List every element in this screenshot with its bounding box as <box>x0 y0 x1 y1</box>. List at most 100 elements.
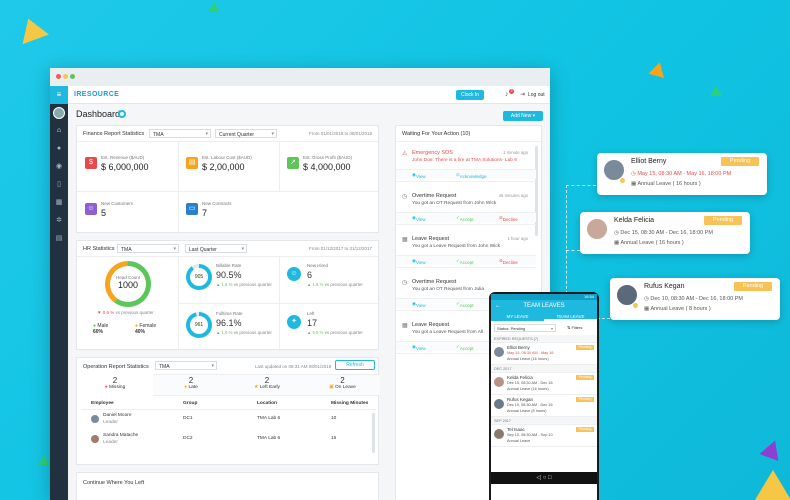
contract-icon: ▭ <box>186 203 198 215</box>
list-item[interactable]: ◷ Overtime Request 45 minutes ago You go… <box>396 189 536 225</box>
list-item[interactable]: Rufus Kegan Dec 10, 08:30 AM - Dec 16 An… <box>491 395 597 417</box>
back-nav-icon[interactable]: ◁ <box>536 475 541 481</box>
view-button[interactable]: ◉ View <box>412 301 426 308</box>
billable-value: 90.5% <box>216 270 242 280</box>
maximize-dot[interactable] <box>70 74 75 79</box>
col-group: Group <box>183 401 198 406</box>
decline-button[interactable]: ⊘ Decline <box>499 258 518 265</box>
decor-triangle <box>755 470 790 500</box>
list-item[interactable]: ▦ Leave Request 1 hour ago You got a Lea… <box>396 232 536 268</box>
top-bar: IRESOURCE Clock In ♪ 2 ⇥ Log out <box>68 86 550 104</box>
tab-my-leave[interactable]: MY LEAVE <box>491 312 544 321</box>
section-header: EXPIRED REQUESTS (7) <box>491 335 597 343</box>
accept-button[interactable]: ✓ Accept <box>456 258 474 265</box>
view-button[interactable]: ◉ View <box>412 215 426 222</box>
gear-icon[interactable]: ✲ <box>54 216 64 226</box>
alert-icon: ⚠ <box>402 151 408 157</box>
calendar-icon: ▦ <box>644 306 650 312</box>
continue-title: Continue Where You Left <box>83 480 145 486</box>
scrollbar[interactable] <box>372 413 375 453</box>
calendar-icon: ▦ <box>631 181 637 187</box>
finance-range: From 01/01/2018 to 08/01/2018 <box>308 131 372 136</box>
new-hired-label: New Hired <box>307 263 329 268</box>
acknowledge-button[interactable]: ⊙ Acknowledge <box>456 172 487 179</box>
table-row[interactable]: Daniel Moore Leader DC1 TMA Lab 6 10 <box>77 411 380 429</box>
location-icon[interactable]: ◉ <box>54 162 64 172</box>
user-icon[interactable]: ● <box>54 144 64 154</box>
logout-link[interactable]: Log out <box>528 92 545 98</box>
menu-icon[interactable]: ≡ <box>50 86 68 104</box>
view-button[interactable]: ◉ View <box>412 344 426 351</box>
hr-company-select[interactable]: TMA <box>117 244 179 253</box>
add-new-button[interactable]: Add New ▾ <box>503 111 543 121</box>
wallet-icon: ▤ <box>186 157 198 169</box>
tab-team-leave[interactable]: TEAM LEAVE <box>544 312 597 321</box>
view-button[interactable]: ◉ View <box>412 258 426 265</box>
hr-title: HR Statistics <box>83 246 115 252</box>
col-location: Location <box>257 401 277 406</box>
decor-triangle <box>208 2 220 12</box>
clock-icon: ◷ <box>614 230 619 236</box>
headcount-ring: Head Count 1000 <box>105 261 151 307</box>
refresh-button[interactable]: Refresh <box>335 360 375 370</box>
logout-icon[interactable]: ⇥ <box>520 91 525 98</box>
settings-icon[interactable] <box>118 110 126 118</box>
tab-late[interactable]: 2 ● Late <box>153 374 229 396</box>
left-rail: ≡ ⌂ ● ◉ ▯ ▦ ✲ ▤ <box>50 86 68 500</box>
section-header: SEP 2017 <box>491 417 597 425</box>
list-item[interactable]: Tel Isaac Sep 10, 08:30 AM - Sep 10 Annu… <box>491 425 597 447</box>
bell-icon[interactable]: ♪ <box>505 91 509 98</box>
clock-in-button[interactable]: Clock In <box>456 90 484 100</box>
home-icon[interactable]: ⌂ <box>54 126 64 136</box>
connector-line <box>566 185 596 186</box>
accept-button[interactable]: ✓ Accept <box>456 301 474 308</box>
decor-triangle <box>648 60 668 78</box>
phone-screen: 16:54 ← TEAM LEAVES MY LEAVE TEAM LEAVE S… <box>491 294 597 500</box>
leave-card[interactable]: Kelda Felicia Pending ◷ Dec 15, 08:30 AM… <box>580 212 750 254</box>
left-icon: ✦ <box>287 315 301 329</box>
pending-badge: Pending <box>704 216 742 225</box>
dashboard-window: ≡ ⌂ ● ◉ ▯ ▦ ✲ ▤ IRESOURCE Clock In ♪ 2 ⇥… <box>50 68 550 500</box>
avatar[interactable] <box>53 107 65 119</box>
recent-nav-icon[interactable]: □ <box>548 475 552 481</box>
accept-button[interactable]: ✓ Accept <box>456 215 474 222</box>
list-item[interactable]: Kelda Felicia Dec 15, 08:30 AM - Dec 16 … <box>491 373 597 395</box>
new-hired-icon: ☺ <box>287 267 301 281</box>
tab-on-leave[interactable]: 2 ▣ On Leave <box>305 374 380 396</box>
status-dot <box>632 302 639 309</box>
page-title: Dashboard <box>76 109 121 119</box>
decor-triangle <box>759 437 785 461</box>
finance-period-select[interactable]: Current Quarter <box>215 129 277 138</box>
list-item[interactable]: ⚠ Emergency SOS 1 minute ago John Doe: T… <box>396 146 536 182</box>
leave-card[interactable]: Elliot Berny Pending ◷ May 15, 08:30 AM … <box>597 153 767 195</box>
phone-icon[interactable]: ▯ <box>54 180 64 190</box>
close-dot[interactable] <box>56 74 61 79</box>
status-select[interactable]: Status: Pending <box>494 324 556 332</box>
avatar <box>586 218 608 240</box>
calendar-icon[interactable]: ▦ <box>54 198 64 208</box>
col-employee: Employee <box>91 401 114 406</box>
operation-company-select[interactable]: TMA <box>155 361 217 370</box>
phone-header: ← TEAM LEAVES <box>491 300 597 312</box>
minimize-dot[interactable] <box>63 74 68 79</box>
decline-button[interactable]: ⊘ Decline <box>499 215 518 222</box>
decor-triangle <box>15 13 49 45</box>
view-button[interactable]: ◉ View <box>412 172 426 179</box>
section-header: DEC 2017 <box>491 365 597 373</box>
table-row[interactable]: Sandra Matache Leader DC2 TMA Lab 6 15 <box>77 431 380 449</box>
male-legend: ● Male 60% <box>93 323 109 335</box>
leave-card[interactable]: Rufus Kegan Pending ◷ Dec 10, 08:30 AM -… <box>610 278 780 320</box>
hr-card: HR Statistics TMA Last Quarter From 01/1… <box>76 240 380 351</box>
tab-missing[interactable]: 2 ● Missing <box>77 374 153 396</box>
home-nav-icon[interactable]: ○ <box>543 475 547 481</box>
clock-icon: ◷ <box>644 296 649 302</box>
finance-company-select[interactable]: TMA <box>149 129 211 138</box>
hr-period-select[interactable]: Last Quarter <box>185 244 247 253</box>
back-icon[interactable]: ← <box>495 300 501 312</box>
calendar-icon: ▦ <box>402 237 408 243</box>
list-item[interactable]: Elliot Berny May 15, 08:30 AM - May 16 A… <box>491 343 597 365</box>
filters-button[interactable]: ⇅ Filters <box>567 325 582 330</box>
report-icon[interactable]: ▤ <box>54 234 64 244</box>
accept-button[interactable]: ✓ Accept <box>456 344 474 351</box>
tab-left-early[interactable]: 2 ★ Left Early <box>229 374 305 396</box>
